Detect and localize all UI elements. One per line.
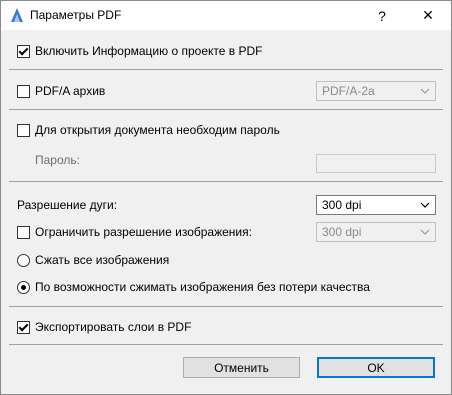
separator: [9, 344, 443, 345]
separator: [9, 181, 443, 182]
project-info-checkbox[interactable]: [17, 44, 30, 58]
lossless-radio[interactable]: [17, 280, 30, 294]
export-layers-option[interactable]: Экспортировать слои в PDF: [17, 319, 191, 335]
compress-all-radio[interactable]: [17, 253, 30, 267]
password-required-checkbox[interactable]: [17, 123, 30, 137]
arc-resolution-row: Разрешение дуги:: [17, 197, 117, 213]
export-layers-checkbox[interactable]: [17, 320, 30, 334]
password-label: Пароль:: [35, 153, 80, 167]
image-resolution-select[interactable]: 300 dpi: [316, 222, 436, 242]
password-row: Пароль:: [35, 152, 80, 168]
arc-resolution-select[interactable]: 300 dpi: [316, 195, 436, 215]
app-icon: [8, 6, 26, 24]
separator: [9, 306, 443, 307]
export-layers-label: Экспортировать слои в PDF: [35, 320, 192, 334]
help-icon: ?: [378, 7, 386, 24]
chevron-down-icon: [420, 202, 430, 208]
password-required-option[interactable]: Для открытия документа необходим пароль: [17, 122, 280, 138]
pdfa-option[interactable]: PDF/A архив: [17, 83, 105, 99]
ok-button[interactable]: OK: [317, 357, 435, 378]
close-icon: ✕: [422, 7, 434, 23]
pdf-options-dialog: Параметры PDF ? ✕ Включить Информацию о …: [0, 0, 452, 395]
cancel-button[interactable]: Отменить: [183, 357, 300, 378]
separator: [9, 69, 443, 70]
pdfa-checkbox[interactable]: [17, 84, 30, 98]
help-button[interactable]: ?: [359, 1, 405, 30]
compress-all-label: Сжать все изображения: [35, 253, 170, 267]
limit-resolution-option[interactable]: Ограничить разрешение изображения:: [17, 224, 252, 240]
pdfa-version-select[interactable]: PDF/A-2a: [316, 81, 436, 101]
arc-resolution-value: 300 dpi: [322, 198, 362, 212]
chevron-down-icon: [420, 229, 430, 235]
chevron-down-icon: [420, 88, 430, 94]
limit-resolution-checkbox[interactable]: [17, 225, 30, 239]
arc-resolution-label: Разрешение дуги:: [17, 198, 118, 212]
compress-all-option[interactable]: Сжать все изображения: [17, 252, 169, 268]
password-required-label: Для открытия документа необходим пароль: [35, 123, 280, 137]
close-button[interactable]: ✕: [405, 1, 451, 30]
limit-resolution-label: Ограничить разрешение изображения:: [35, 225, 252, 239]
project-info-option[interactable]: Включить Информацию о проекте в PDF: [17, 43, 262, 59]
pdfa-version-value: PDF/A-2a: [322, 84, 375, 98]
title-bar[interactable]: Параметры PDF ? ✕: [1, 1, 451, 30]
lossless-label: По возможности сжимать изображения без п…: [35, 280, 370, 294]
project-info-label: Включить Информацию о проекте в PDF: [35, 44, 263, 58]
lossless-option[interactable]: По возможности сжимать изображения без п…: [17, 279, 370, 295]
pdfa-label: PDF/A архив: [35, 84, 106, 98]
ok-button-label: OK: [367, 360, 385, 375]
separator: [9, 109, 443, 110]
image-resolution-value: 300 dpi: [322, 225, 362, 239]
password-field[interactable]: [316, 154, 436, 173]
cancel-button-label: Отменить: [214, 360, 269, 375]
dialog-title: Параметры PDF: [30, 8, 122, 22]
